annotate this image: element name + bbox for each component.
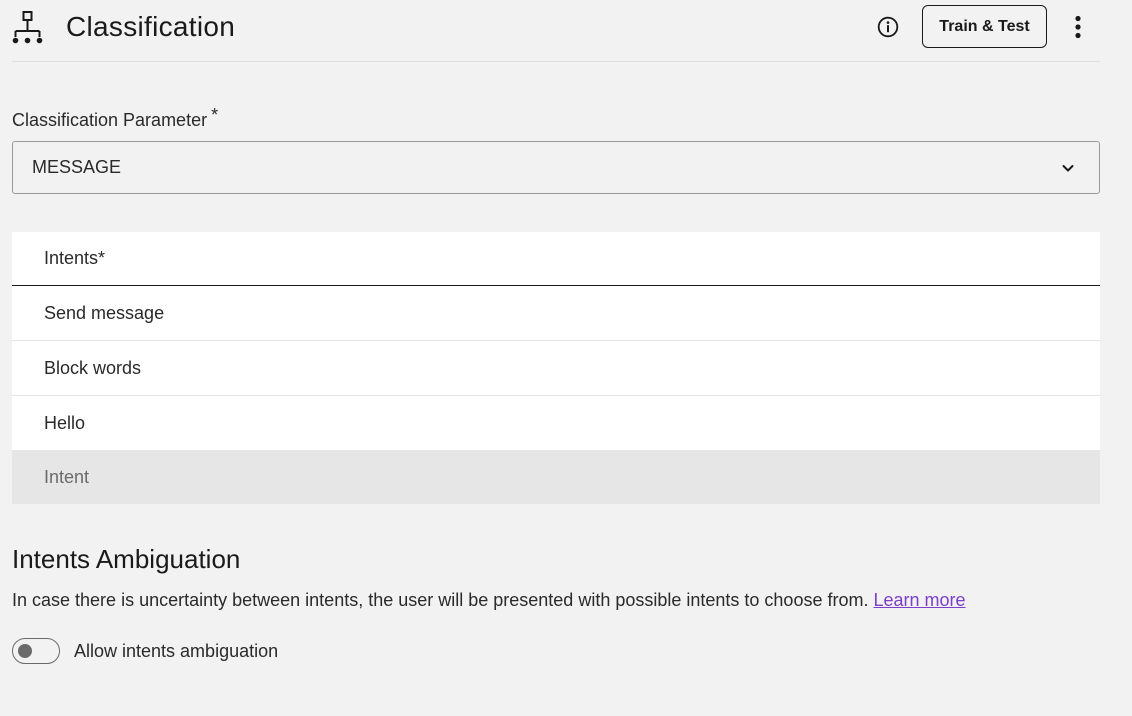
new-intent-input[interactable]: Intent xyxy=(12,450,1100,504)
learn-more-link[interactable]: Learn more xyxy=(873,590,965,610)
intent-row-send-message[interactable]: Send message xyxy=(12,286,1100,341)
classification-parameter-select[interactable]: MESSAGE xyxy=(12,141,1100,194)
ambiguation-description: In case there is uncertainty between int… xyxy=(12,590,966,611)
more-vertical-icon xyxy=(1075,15,1081,39)
info-button[interactable] xyxy=(876,15,900,39)
ambiguation-toggle[interactable] xyxy=(12,638,60,664)
classification-parameter-label-text: Classification Parameter xyxy=(12,110,208,130)
info-icon xyxy=(877,16,899,38)
intent-row-hello[interactable]: Hello xyxy=(12,396,1100,450)
sitemap-icon xyxy=(12,11,43,44)
intents-table: Intents* Send message Block words Hello … xyxy=(12,232,1100,504)
required-mark: * xyxy=(211,105,219,125)
toggle-knob xyxy=(18,644,32,658)
classification-parameter-value: MESSAGE xyxy=(32,157,122,177)
ambiguation-title: Intents Ambiguation xyxy=(12,544,241,574)
more-options-button[interactable] xyxy=(1068,12,1088,42)
intents-header: Intents* xyxy=(12,232,1100,286)
page-header: Classification Train & Test xyxy=(12,0,1100,62)
page-title: Classification xyxy=(66,11,236,42)
ambiguation-description-text: In case there is uncertainty between int… xyxy=(12,590,869,610)
intent-row-block-words[interactable]: Block words xyxy=(12,341,1100,396)
classification-parameter-label: Classification Parameter * xyxy=(12,105,218,131)
ambiguation-toggle-label: Allow intents ambiguation xyxy=(74,641,279,661)
train-test-button[interactable]: Train & Test xyxy=(922,5,1047,48)
chevron-down-icon xyxy=(1062,165,1074,172)
